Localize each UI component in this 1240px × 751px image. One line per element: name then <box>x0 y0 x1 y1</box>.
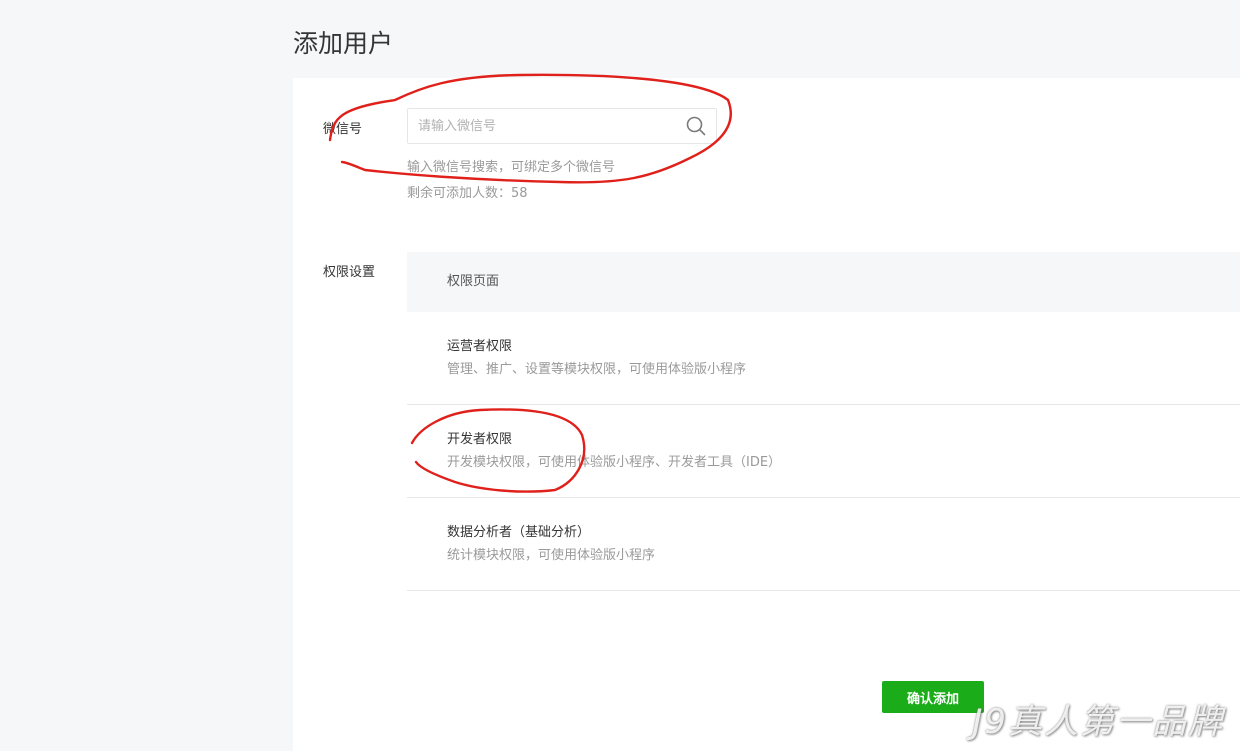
page-title: 添加用户 <box>293 29 394 58</box>
remaining-count: 剩余可添加人数：58 <box>407 186 528 201</box>
watermark: J9真人第一品牌 <box>972 702 1224 742</box>
permission-option-title: 开发者权限 <box>447 432 513 447</box>
confirm-add-button[interactable]: 确认添加 <box>882 681 984 713</box>
permission-option-developer[interactable]: 开发者权限 开发模块权限，可使用体验版小程序、开发者工具（IDE） <box>407 405 1240 498</box>
wechat-search-hint: 输入微信号搜索，可绑定多个微信号 <box>407 160 616 175</box>
wechat-id-label: 微信号 <box>323 122 363 137</box>
search-icon[interactable] <box>686 116 706 136</box>
permission-option-title: 数据分析者（基础分析） <box>447 525 591 540</box>
permission-option-data-analyst[interactable]: 数据分析者（基础分析） 统计模块权限，可使用体验版小程序 <box>407 498 1240 591</box>
permission-settings-label: 权限设置 <box>323 265 376 280</box>
permission-table: 权限页面 运营者权限 管理、推广、设置等模块权限，可使用体验版小程序 开发者权限… <box>407 252 1240 591</box>
permission-option-operator[interactable]: 运营者权限 管理、推广、设置等模块权限，可使用体验版小程序 <box>407 312 1240 405</box>
permission-option-desc: 管理、推广、设置等模块权限，可使用体验版小程序 <box>447 362 747 377</box>
permission-option-desc: 开发模块权限，可使用体验版小程序、开发者工具（IDE） <box>447 455 782 470</box>
permission-table-header: 权限页面 <box>407 252 1240 312</box>
add-user-card: 微信号 输入微信号搜索，可绑定多个微信号 剩余可添加人数：58 权限设置 权限页… <box>293 78 1240 751</box>
permission-option-title: 运营者权限 <box>447 339 513 354</box>
wechat-search-box <box>407 108 717 144</box>
wechat-search-input[interactable] <box>408 109 678 143</box>
permission-option-desc: 统计模块权限，可使用体验版小程序 <box>447 548 656 563</box>
